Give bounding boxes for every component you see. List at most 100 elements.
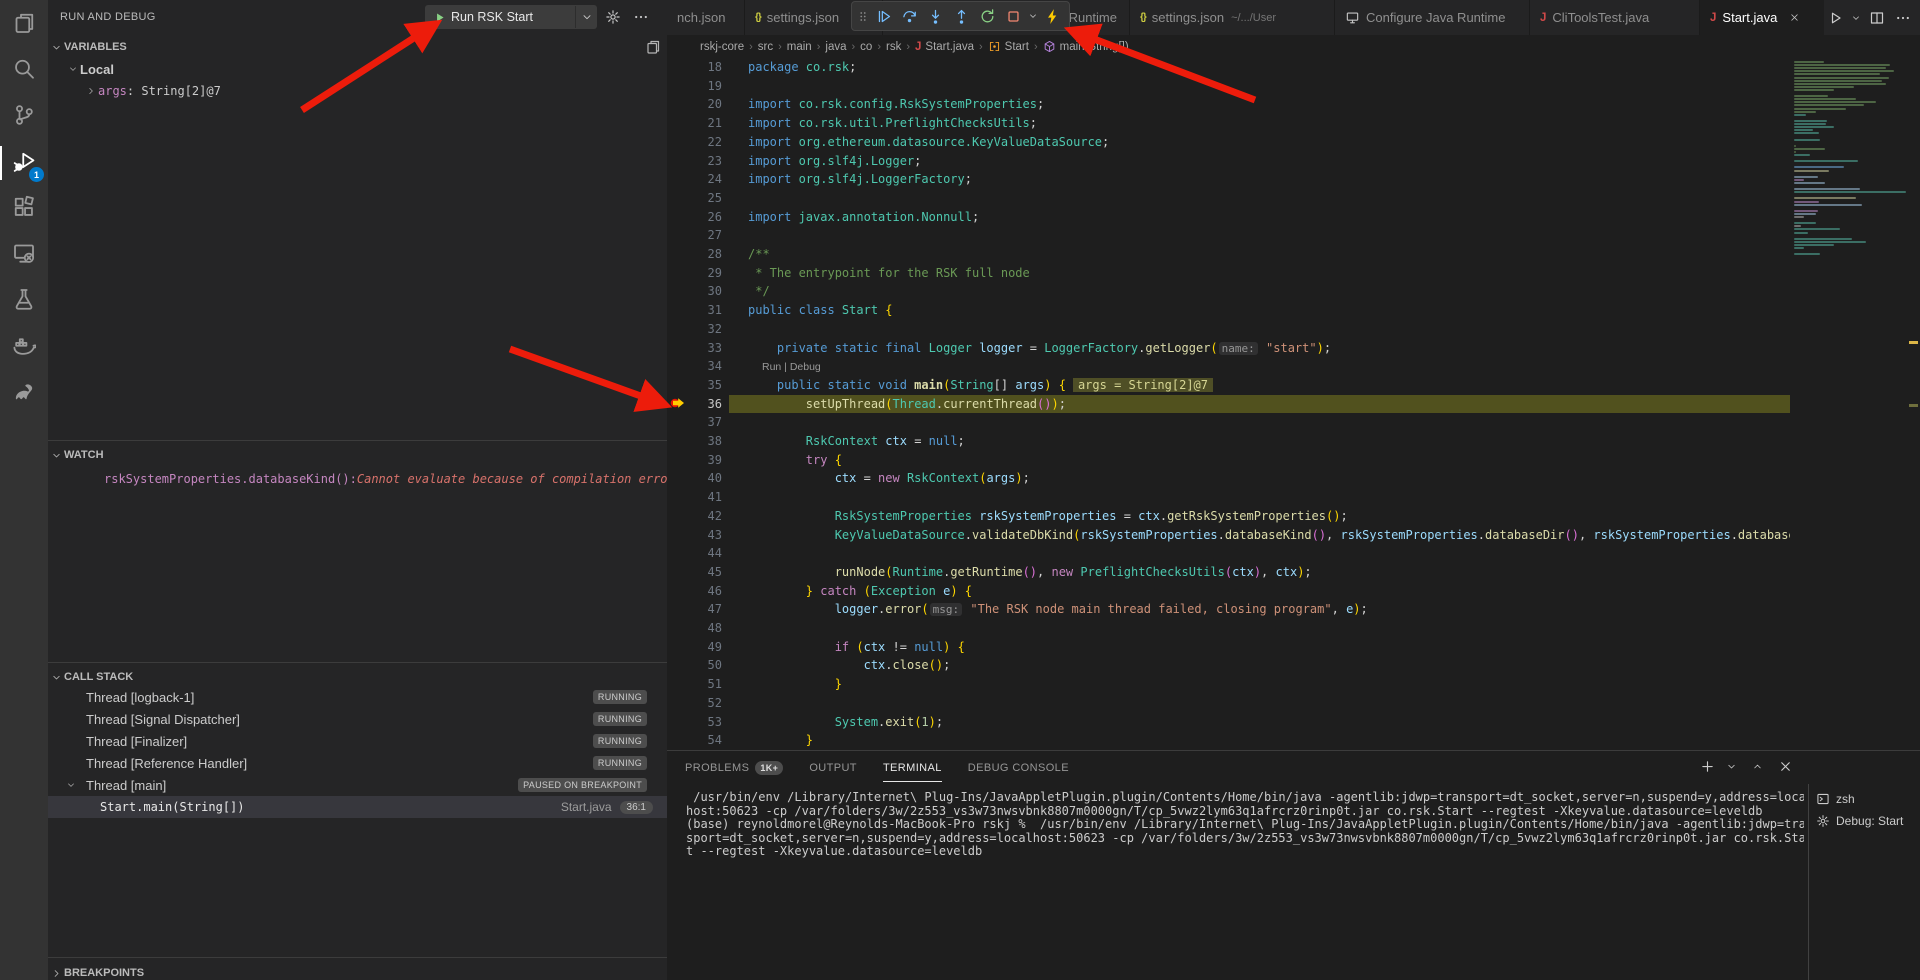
panel-tab-debug-console[interactable]: DEBUG CONSOLE [968,753,1069,782]
overview-ruler[interactable] [1908,57,1920,750]
activity-item-testing[interactable] [0,278,48,324]
tab-clitoolstest-java[interactable]: JCliToolsTest.java [1530,0,1700,35]
breadcrumb-item-java[interactable]: java [825,41,846,53]
code-line-53[interactable]: 53 System.exit(1); [667,713,1920,732]
code-line-32[interactable]: 32 [667,320,1920,339]
code-line-42[interactable]: 42 RskSystemProperties rskSystemProperti… [667,507,1920,526]
panel-tab-terminal[interactable]: TERMINAL [883,753,942,782]
thread-row[interactable]: Thread [Reference Handler]RUNNING [48,752,667,774]
code-line-18[interactable]: 18package co.rsk; [667,58,1920,77]
breakpoints-section-header[interactable]: BREAKPOINTS [48,962,667,980]
gear-icon[interactable] [605,9,623,27]
thread-row[interactable]: Thread [logback-1]RUNNING [48,686,667,708]
close-icon[interactable] [1786,10,1802,26]
chevron-up-icon[interactable] [1752,759,1768,775]
code-line-22[interactable]: 22import org.ethereum.datasource.KeyValu… [667,133,1920,152]
panel-tab-output[interactable]: OUTPUT [809,753,857,782]
tab-nch-json[interactable]: nch.json [667,0,745,35]
stack-frame-row[interactable]: Start.main(String[]) Start.java 36:1 [48,796,667,818]
panel-tab-problems[interactable]: PROBLEMS1K+ [685,752,783,783]
activity-item-docker[interactable] [0,324,48,370]
open-editors-icon[interactable] [645,39,661,55]
breadcrumb-method[interactable]: main(String[]) [1043,40,1129,53]
code-line-29[interactable]: 29 * The entrypoint for the RSK full nod… [667,264,1920,283]
activity-item-remote-explorer[interactable] [0,232,48,278]
code-line-23[interactable]: 23import org.slf4j.Logger; [667,152,1920,171]
code-line-35[interactable]: 35 public static void main(String[] args… [667,376,1920,395]
code-line-21[interactable]: 21import co.rsk.util.PreflightChecksUtil… [667,114,1920,133]
hot-swap-icon[interactable] [1039,2,1065,30]
stop-icon[interactable] [1000,2,1026,30]
watch-section-header[interactable]: WATCH [48,444,667,466]
more-actions-icon[interactable] [1892,7,1914,29]
tab-settings-json[interactable]: {}settings.json~/.../User [1130,0,1335,35]
tab-configure-java-runtime[interactable]: Configure Java Runtime [1335,0,1530,35]
variables-section-header[interactable]: VARIABLES [48,36,667,58]
variable-args[interactable]: args: String[2]@7 [48,80,667,102]
split-editor-icon[interactable] [1866,7,1888,29]
code-line-28[interactable]: 28/** [667,245,1920,264]
breadcrumb-item-main[interactable]: main [787,41,812,53]
step-out-icon[interactable] [948,2,974,30]
activity-item-source-control[interactable] [0,94,48,140]
step-over-icon[interactable] [896,2,922,30]
chevron-down-icon[interactable] [1850,7,1862,29]
variables-scope-local[interactable]: Local [48,58,667,80]
code-line-31[interactable]: 31public class Start { [667,301,1920,320]
code-line-44[interactable]: 44 [667,544,1920,563]
breadcrumb-item-rsk[interactable]: rsk [886,41,901,53]
code-line-27[interactable]: 27 [667,226,1920,245]
thread-row[interactable]: Thread [Signal Dispatcher]RUNNING [48,708,667,730]
step-into-icon[interactable] [922,2,948,30]
code-line-26[interactable]: 26import javax.annotation.Nonnull; [667,208,1920,227]
code-line-36[interactable]: 36 setUpThread(Thread.currentThread()); [667,395,1920,414]
watch-expression-row[interactable]: rskSystemProperties.databaseKind(): Cann… [48,468,667,490]
chevron-down-icon[interactable] [1726,759,1742,775]
code-line-30[interactable]: 30 */ [667,282,1920,301]
new-terminal-icon[interactable] [1700,759,1716,775]
minimap[interactable] [1790,57,1908,750]
restart-icon[interactable] [974,2,1000,30]
more-actions-icon[interactable] [633,9,651,27]
chevron-down-icon[interactable] [575,6,597,28]
breadcrumb-class[interactable]: Start [988,40,1029,53]
session-debug-start[interactable]: Debug: Start [1809,810,1920,832]
code-line-54[interactable]: 54 } [667,731,1920,750]
breadcrumb-item-src[interactable]: src [758,41,773,53]
code-line-19[interactable]: 19 [667,77,1920,96]
code-line-39[interactable]: 39 try { [667,451,1920,470]
code-line-50[interactable]: 50 ctx.close(); [667,656,1920,675]
session-zsh[interactable]: zsh [1809,788,1920,810]
code-line-52[interactable]: 52 [667,694,1920,713]
activity-item-explorer[interactable] [0,2,48,48]
thread-row[interactable]: Thread [main]PAUSED ON BREAKPOINT [48,774,667,796]
activity-item-extensions[interactable] [0,186,48,232]
activity-item-search[interactable] [0,48,48,94]
code-line-38[interactable]: 38 RskContext ctx = null; [667,432,1920,451]
code-line-25[interactable]: 25 [667,189,1920,208]
code-line-24[interactable]: 24import org.slf4j.LoggerFactory; [667,170,1920,189]
chevron-down-icon[interactable] [1026,2,1039,30]
code-line-48[interactable]: 48 [667,619,1920,638]
run-config-button[interactable]: Run RSK Start [425,5,597,29]
code-line-40[interactable]: 40 ctx = new RskContext(args); [667,469,1920,488]
run-button[interactable] [1824,7,1846,29]
thread-row[interactable]: Thread [Finalizer]RUNNING [48,730,667,752]
code-line-34[interactable]: 34 [667,357,1920,376]
code-line-41[interactable]: 41 [667,488,1920,507]
code-line-47[interactable]: 47 logger.error(msg: "The RSK node main … [667,600,1920,619]
codelens-run-debug[interactable]: Run | Debug [762,361,821,375]
code-line-51[interactable]: 51 } [667,675,1920,694]
tab-start-java[interactable]: JStart.java [1700,0,1835,35]
continue-icon[interactable] [870,2,896,30]
code-line-20[interactable]: 20import co.rsk.config.RskSystemProperti… [667,95,1920,114]
callstack-section-header[interactable]: CALL STACK [48,666,667,688]
breadcrumb-item-co[interactable]: co [860,41,872,53]
breadcrumb-item-rskj-core[interactable]: rskj-core [700,41,744,53]
code-line-46[interactable]: 46 } catch (Exception e) { [667,582,1920,601]
code-line-43[interactable]: 43 KeyValueDataSource.validateDbKind(rsk… [667,526,1920,545]
breadcrumb-file[interactable]: JStart.java [915,41,974,53]
activity-item-run-and-debug[interactable]: 1 [0,140,48,186]
code-editor[interactable]: 18package co.rsk;1920import co.rsk.confi… [667,57,1920,750]
code-line-37[interactable]: 37 [667,413,1920,432]
